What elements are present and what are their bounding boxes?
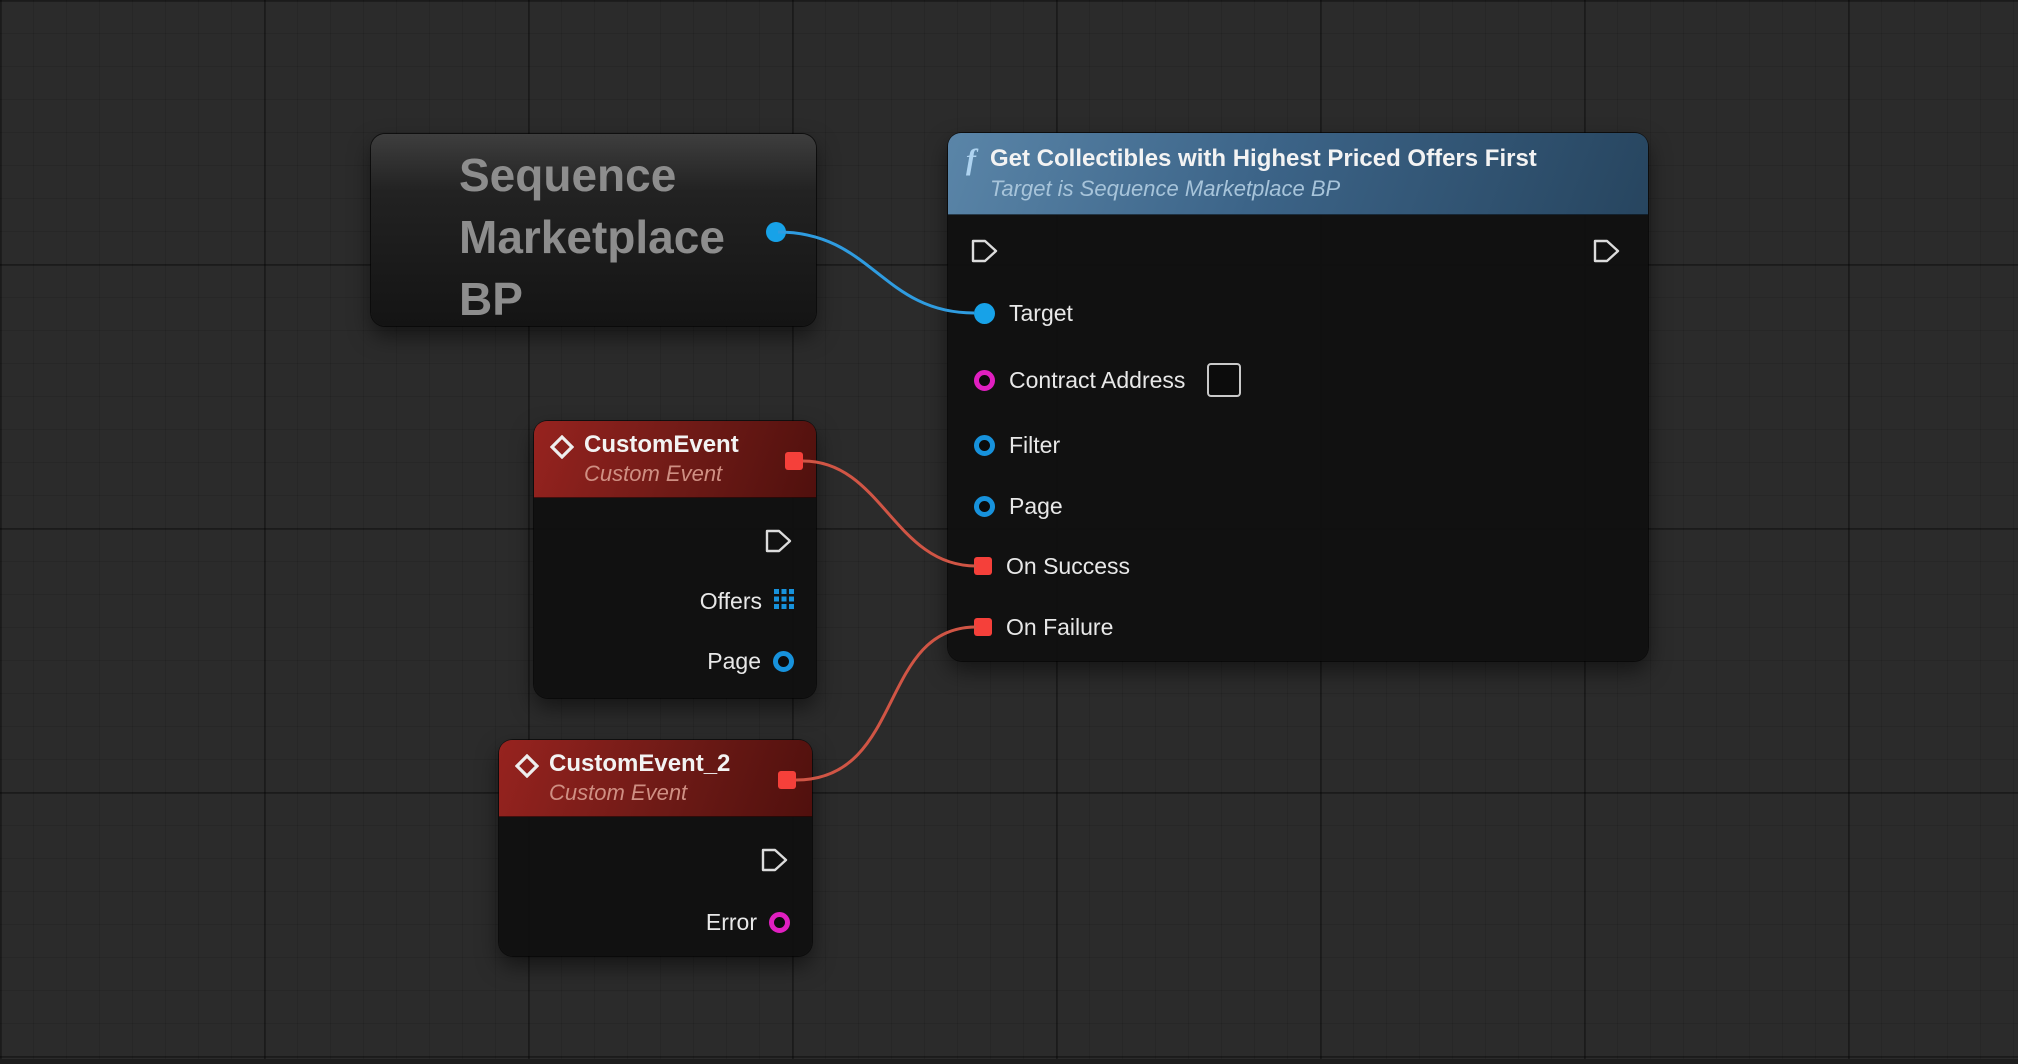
pin-row-target: Target: [974, 295, 1073, 331]
exec-output-pin[interactable]: [1592, 237, 1622, 265]
exec-output-pin[interactable]: [764, 527, 794, 555]
header-text: CustomEvent Custom Event: [584, 432, 739, 489]
pin-label: Error: [706, 909, 757, 936]
page-output-pin[interactable]: [773, 651, 794, 672]
node-get-collectibles[interactable]: f Get Collectibles with Highest Priced O…: [948, 133, 1648, 661]
node-title: Sequence Marketplace BP: [371, 134, 771, 330]
pin-label: Page: [707, 648, 761, 675]
header-text: CustomEvent_2 Custom Event: [549, 751, 730, 808]
custom-event-icon: [550, 435, 574, 464]
panel-bottom-edge: [0, 1059, 2018, 1064]
node-title: CustomEvent_2: [549, 751, 730, 777]
node-sequence-marketplace-bp[interactable]: Sequence Marketplace BP: [371, 134, 816, 326]
on-failure-delegate-pin[interactable]: [974, 618, 992, 636]
function-icon: f: [966, 145, 976, 175]
node-subtitle: Custom Event: [549, 777, 730, 808]
offers-array-pin[interactable]: [774, 589, 794, 614]
array-pin-icon: [774, 589, 794, 609]
node-custom-event[interactable]: CustomEvent Custom Event Offers: [534, 421, 816, 698]
on-success-delegate-pin[interactable]: [974, 557, 992, 575]
pin-row-offers: Offers: [700, 583, 794, 619]
target-pin[interactable]: [974, 303, 995, 324]
pin-label: Contract Address: [1009, 367, 1185, 394]
exec-pin-icon: [764, 527, 794, 555]
pin-label: Offers: [700, 588, 762, 615]
pin-label: Page: [1009, 493, 1063, 520]
exec-output-pin[interactable]: [760, 846, 790, 874]
pin-row-error: Error: [706, 904, 790, 940]
node-subtitle: Custom Event: [584, 458, 739, 489]
object-output-pin[interactable]: [766, 222, 786, 242]
contract-address-pin[interactable]: [974, 370, 995, 391]
event-node-header[interactable]: CustomEvent Custom Event: [534, 421, 816, 498]
node-title: CustomEvent: [584, 432, 739, 458]
function-node-header[interactable]: f Get Collectibles with Highest Priced O…: [948, 133, 1648, 215]
pin-row-page: Page: [974, 488, 1063, 524]
event-delegate-pin[interactable]: [778, 771, 796, 789]
pin-label: Filter: [1009, 432, 1060, 459]
pin-label: On Success: [1006, 553, 1130, 580]
exec-pin-icon: [1592, 237, 1622, 265]
pin-row-filter: Filter: [974, 427, 1060, 463]
exec-pin-icon: [760, 846, 790, 874]
event-delegate-pin[interactable]: [785, 452, 803, 470]
blueprint-graph[interactable]: Sequence Marketplace BP f Get Collectibl…: [0, 0, 2018, 1064]
exec-input-pin[interactable]: [970, 237, 1000, 265]
node-title: Get Collectibles with Highest Priced Off…: [990, 145, 1537, 173]
pin-row-contract-address: Contract Address: [974, 362, 1241, 398]
contract-address-input[interactable]: [1207, 363, 1241, 397]
pin-label: Target: [1009, 300, 1073, 327]
node-custom-event-2[interactable]: CustomEvent_2 Custom Event Error: [499, 740, 812, 956]
exec-pin-icon: [970, 237, 1000, 265]
pin-row-page: Page: [707, 643, 794, 679]
pin-row-on-failure: On Failure: [974, 609, 1113, 645]
error-output-pin[interactable]: [769, 912, 790, 933]
pin-label: On Failure: [1006, 614, 1113, 641]
event-node-header[interactable]: CustomEvent_2 Custom Event: [499, 740, 812, 817]
page-pin[interactable]: [974, 496, 995, 517]
node-subtitle: Target is Sequence Marketplace BP: [990, 173, 1537, 204]
custom-event-icon: [515, 754, 539, 783]
header-text: Get Collectibles with Highest Priced Off…: [990, 145, 1537, 204]
filter-pin[interactable]: [974, 435, 995, 456]
pin-row-on-success: On Success: [974, 548, 1130, 584]
